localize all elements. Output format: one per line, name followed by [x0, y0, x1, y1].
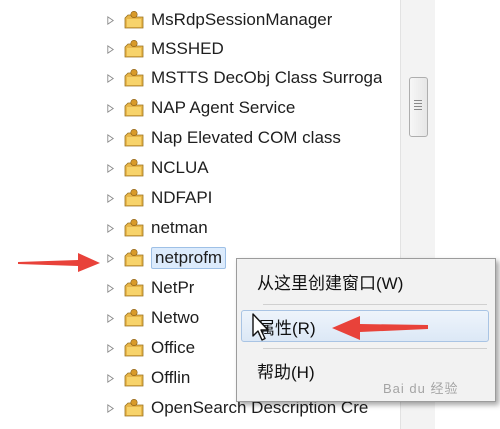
tree-item-label: Nap Elevated COM class	[151, 128, 341, 147]
tree-item[interactable]: netprofm	[103, 244, 227, 272]
tree-item[interactable]: Netwo	[103, 304, 199, 332]
folder-icon	[123, 248, 145, 268]
folder-icon	[123, 188, 145, 208]
tree-item[interactable]: Nap Elevated COM class	[103, 124, 341, 152]
folder-icon	[123, 368, 145, 388]
folder-icon	[123, 158, 145, 178]
folder-icon	[123, 308, 145, 328]
expand-triangle-icon[interactable]	[103, 15, 117, 25]
tree-item-label: NetPr	[151, 278, 195, 297]
mouse-cursor-icon	[252, 313, 269, 341]
tree-item-label: MSTTS DecObj Class Surroga	[151, 68, 383, 87]
folder-icon	[123, 338, 145, 358]
folder-icon	[123, 398, 145, 418]
tree-item[interactable]: NetPr	[103, 274, 194, 302]
tree-item-label: Netwo	[151, 308, 200, 327]
menu-separator	[263, 348, 487, 349]
tree-item[interactable]: NAP Agent Service	[103, 94, 295, 122]
tree-item[interactable]: MsRdpSessionManager	[103, 6, 332, 34]
tree-item-label: Office	[151, 338, 196, 357]
folder-icon	[123, 10, 145, 30]
expand-triangle-icon[interactable]	[103, 373, 117, 383]
tree-item[interactable]: Offlin	[103, 364, 190, 392]
red-arrow-icon	[18, 253, 100, 272]
screenshot-stage: MsRdpSessionManager MSSHED MSTTS DecObj Cl…	[0, 0, 500, 429]
tree-item[interactable]: NCLUA	[103, 154, 209, 182]
tree-item[interactable]: NDFAPI	[103, 184, 212, 212]
tree-item-label: NAP Agent Service	[151, 98, 296, 117]
expand-triangle-icon[interactable]	[103, 193, 117, 203]
expand-triangle-icon[interactable]	[103, 223, 117, 233]
folder-icon	[123, 68, 145, 88]
expand-triangle-icon[interactable]	[103, 403, 117, 413]
expand-triangle-icon[interactable]	[103, 73, 117, 83]
menu-item-label: 从这里创建窗口(W)	[257, 273, 404, 293]
expand-triangle-icon[interactable]	[103, 253, 117, 263]
folder-icon	[123, 278, 145, 298]
folder-icon	[123, 98, 145, 118]
tree-item-label: netman	[151, 218, 208, 237]
tree-item-label: NDFAPI	[151, 188, 213, 207]
watermark: Bai du 经验	[383, 381, 459, 396]
tree-item-label: netprofm	[151, 247, 227, 269]
tree-item[interactable]: Office	[103, 334, 195, 362]
menu-item-label: 帮助(H)	[257, 362, 315, 382]
tree-item-label: Offlin	[151, 368, 191, 387]
tree-item[interactable]: netman	[103, 214, 208, 242]
menu-item-create-window[interactable]: 从这里创建窗口(W)	[241, 265, 489, 297]
folder-icon	[123, 128, 145, 148]
expand-triangle-icon[interactable]	[103, 163, 117, 173]
scrollbar-thumb[interactable]	[409, 77, 428, 137]
red-arrow-icon	[332, 316, 428, 340]
expand-triangle-icon[interactable]	[103, 313, 117, 323]
expand-triangle-icon[interactable]	[103, 133, 117, 143]
expand-triangle-icon[interactable]	[103, 283, 117, 293]
folder-icon	[123, 218, 145, 238]
expand-triangle-icon[interactable]	[103, 103, 117, 113]
tree-item-label: MSSHED	[151, 39, 224, 58]
expand-triangle-icon[interactable]	[103, 44, 117, 54]
folder-icon	[123, 39, 145, 59]
menu-separator	[263, 304, 487, 305]
tree-item[interactable]: MSSHED	[103, 35, 224, 63]
tree-item[interactable]: MSTTS DecObj Class Surroga	[103, 64, 382, 92]
expand-triangle-icon[interactable]	[103, 343, 117, 353]
tree-item-label: NCLUA	[151, 158, 209, 177]
tree-item-label: MsRdpSessionManager	[151, 10, 333, 29]
